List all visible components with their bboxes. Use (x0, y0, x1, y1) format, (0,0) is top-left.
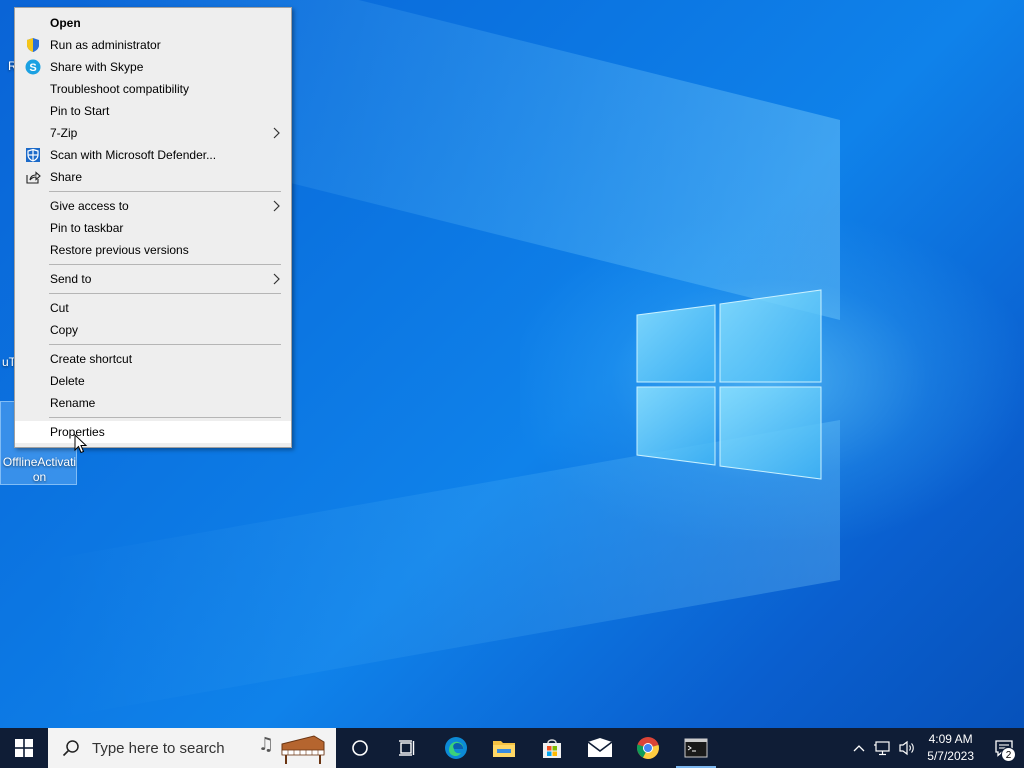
uac-shield-icon (27, 38, 39, 52)
menu-item-properties[interactable]: Properties (15, 421, 291, 443)
command-prompt-icon (684, 738, 708, 758)
edge-taskbar-button[interactable] (432, 728, 480, 768)
menu-item-7zip[interactable]: 7-Zip (15, 122, 291, 144)
menu-item-label: Scan with Microsoft Defender... (50, 148, 217, 162)
network-icon (874, 741, 890, 756)
taskbar: Type here to search ♫ 4:09 AM 5/7/2023 2 (0, 728, 1024, 768)
menu-item-rename[interactable]: Rename (15, 392, 291, 414)
menu-item-share[interactable]: Share (15, 166, 291, 188)
menu-item-scan-with-defender[interactable]: Scan with Microsoft Defender... (15, 144, 291, 166)
cortana-icon (352, 740, 368, 756)
mouse-cursor-icon (74, 434, 88, 454)
menu-item-label: Give access to (50, 199, 129, 213)
mail-taskbar-button[interactable] (576, 728, 624, 768)
menu-item-give-access-to[interactable]: Give access to (15, 195, 291, 217)
notification-count-badge: 2 (1001, 747, 1016, 762)
task-view-button[interactable] (384, 728, 432, 768)
menu-separator (49, 264, 281, 265)
file-explorer-icon (493, 741, 515, 757)
start-button[interactable] (0, 728, 48, 768)
menu-item-delete[interactable]: Delete (15, 370, 291, 392)
menu-item-label: Create shortcut (50, 352, 133, 366)
menu-separator (49, 191, 281, 192)
mail-icon (587, 738, 613, 757)
menu-item-restore-previous-versions[interactable]: Restore previous versions (15, 239, 291, 261)
search-icon (62, 740, 79, 757)
microsoft-store-taskbar-button[interactable] (528, 728, 576, 768)
chevron-right-icon (273, 273, 280, 285)
chevron-right-icon (273, 200, 280, 212)
menu-item-label: Rename (50, 396, 96, 410)
menu-item-create-shortcut[interactable]: Create shortcut (15, 348, 291, 370)
network-button[interactable] (871, 728, 895, 768)
command-prompt-taskbar-button[interactable] (672, 728, 720, 768)
menu-item-open[interactable]: Open (15, 12, 291, 34)
system-tray: 4:09 AM 5/7/2023 2 (847, 728, 1024, 768)
menu-item-label: Run as administrator (50, 38, 161, 52)
menu-item-label: Send to (50, 272, 92, 286)
menu-item-pin-to-start[interactable]: Pin to Start (15, 100, 291, 122)
music-piano-icon: ♫ (258, 734, 325, 764)
volume-button[interactable] (895, 728, 919, 768)
menu-item-label: 7-Zip (50, 126, 78, 140)
file-explorer-taskbar-button[interactable] (480, 728, 528, 768)
menu-separator (49, 344, 281, 345)
menu-item-pin-to-taskbar[interactable]: Pin to taskbar (15, 217, 291, 239)
menu-item-copy[interactable]: Copy (15, 319, 291, 341)
speaker-icon (899, 740, 915, 756)
menu-item-label: Share (50, 170, 83, 184)
menu-item-label: Troubleshoot compatibility (50, 82, 189, 96)
menu-item-label: Copy (50, 323, 79, 337)
share-icon (26, 171, 41, 184)
desktop-icon-label: OfflineActivation (2, 455, 77, 484)
show-hidden-icons-button[interactable] (847, 728, 871, 768)
menu-item-label: Delete (50, 374, 85, 388)
svg-text:♫: ♫ (258, 734, 274, 755)
context-menu: Open Run as administrator S Share with S… (14, 7, 292, 448)
clock-date: 5/7/2023 (927, 749, 974, 763)
menu-item-share-with-skype[interactable]: S Share with Skype (15, 56, 291, 78)
edge-icon (445, 737, 467, 759)
menu-item-cut[interactable]: Cut (15, 297, 291, 319)
chrome-taskbar-button[interactable] (624, 728, 672, 768)
menu-item-label: Restore previous versions (50, 243, 189, 257)
task-view-icon (399, 740, 415, 756)
menu-item-label: Pin to Start (50, 104, 110, 118)
cortana-button[interactable] (336, 728, 384, 768)
search-placeholder: Type here to search (92, 739, 225, 757)
chevron-up-icon (853, 745, 865, 752)
action-center-button[interactable]: 2 (984, 728, 1024, 768)
skype-icon: S (25, 59, 41, 75)
menu-item-label: Share with Skype (50, 60, 144, 74)
menu-item-label: Cut (50, 301, 69, 315)
microsoft-store-icon (543, 739, 561, 758)
taskbar-search-box[interactable]: Type here to search ♫ (48, 728, 336, 768)
menu-item-label: Pin to taskbar (50, 221, 124, 235)
menu-item-run-as-administrator[interactable]: Run as administrator (15, 34, 291, 56)
menu-item-send-to[interactable]: Send to (15, 268, 291, 290)
menu-separator (49, 417, 281, 418)
windows-logo-icon (636, 289, 822, 480)
windows-start-icon (15, 739, 33, 757)
clock-time: 4:09 AM (928, 732, 973, 746)
chrome-icon (636, 737, 659, 759)
svg-text:S: S (29, 62, 36, 74)
menu-separator (49, 293, 281, 294)
menu-item-troubleshoot-compatibility[interactable]: Troubleshoot compatibility (15, 78, 291, 100)
defender-icon (26, 148, 40, 162)
menu-item-label: Open (50, 16, 81, 30)
chevron-right-icon (273, 127, 280, 139)
taskbar-clock[interactable]: 4:09 AM 5/7/2023 (919, 731, 984, 765)
